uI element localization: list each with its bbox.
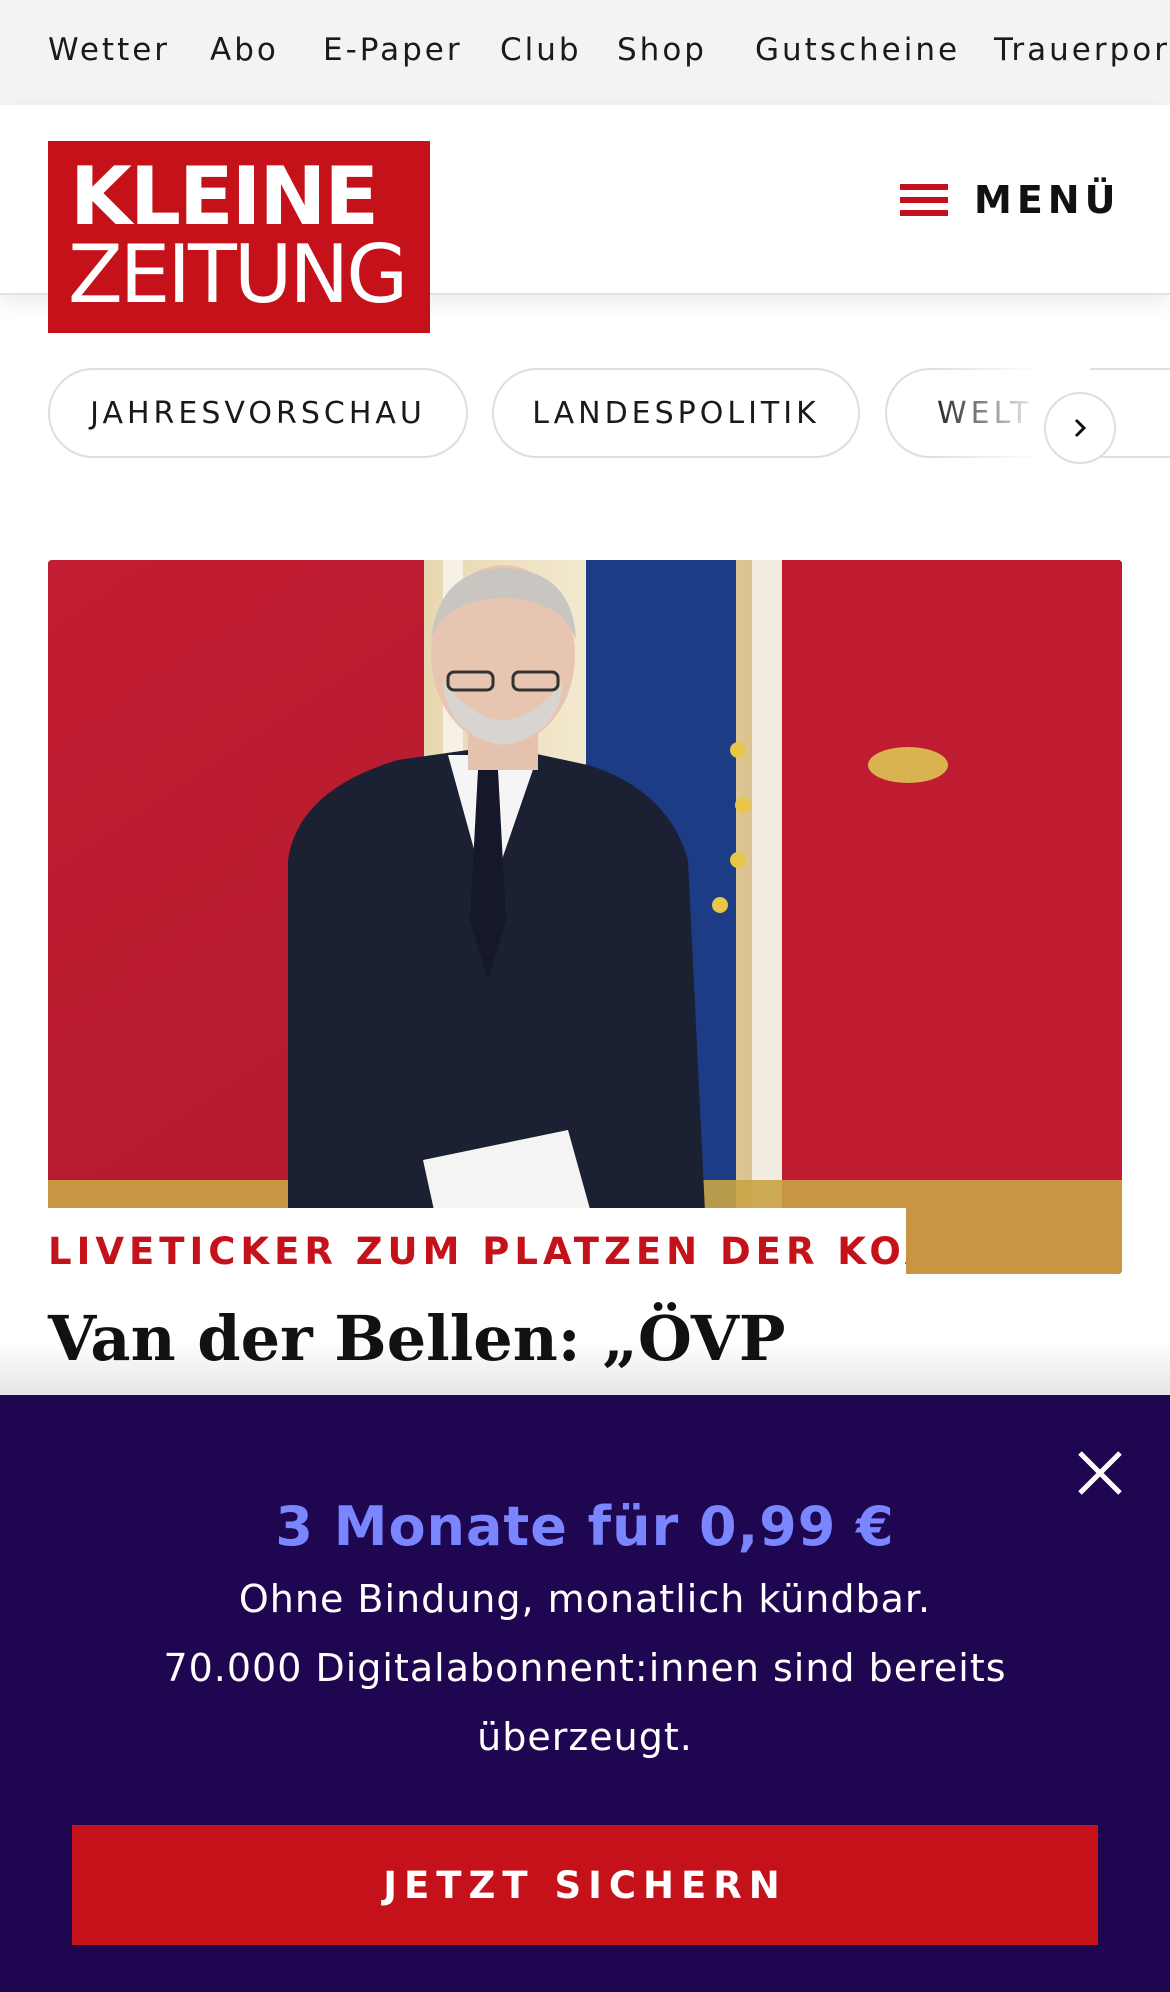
- logo-text-kleine: KLEINE: [70, 150, 379, 243]
- topnav-link-abo[interactable]: Abo: [210, 32, 279, 68]
- topic-chips-bar: JAHRESVORSCHAU LANDESPOLITIK WELT: [0, 368, 1170, 458]
- subscription-overlay: 3 Monate für 0,99 € Ohne Bindung, monatl…: [0, 1395, 1170, 1992]
- site-header: KLEINE ZEITUNG MENÜ: [0, 105, 1170, 333]
- chips-next-button[interactable]: [1044, 392, 1116, 464]
- close-icon: [1078, 1451, 1122, 1495]
- topnav-link-shop[interactable]: Shop: [617, 32, 707, 68]
- hamburger-icon: [900, 182, 948, 218]
- topnav-link-club[interactable]: Club: [500, 32, 582, 68]
- overlay-shadow: [0, 1340, 1170, 1395]
- chip-jahresvorschau[interactable]: JAHRESVORSCHAU: [48, 368, 468, 458]
- offer-social-proof-line2: überzeugt.: [477, 1715, 693, 1759]
- chip-landespolitik[interactable]: LANDESPOLITIK: [492, 368, 860, 458]
- offer-title: 3 Monate für 0,99 €: [275, 1495, 895, 1558]
- menu-button[interactable]: MENÜ: [900, 175, 1120, 225]
- cta-subscribe-button[interactable]: JETZT SICHERN: [72, 1825, 1098, 1945]
- kicker-box: LIVETICKER ZUM PLATZEN DER KOA…: [48, 1208, 906, 1288]
- offer-social-proof-line1: 70.000 Digitalabonnent:innen sind bereit…: [163, 1646, 1007, 1690]
- top-utility-nav: Wetter Abo E-Paper Club Shop Gutscheine …: [0, 0, 1170, 105]
- article-hero-image[interactable]: [48, 560, 1122, 1274]
- logo-text-zeitung: ZEITUNG: [68, 228, 408, 321]
- topnav-link-trauerportal[interactable]: Trauerportal: [994, 32, 1170, 68]
- topnav-link-gutscheine[interactable]: Gutscheine: [755, 32, 960, 68]
- menu-label: MENÜ: [974, 178, 1121, 222]
- chevron-right-icon: [1074, 418, 1087, 438]
- site-logo[interactable]: KLEINE ZEITUNG: [48, 141, 430, 333]
- topnav-link-wetter[interactable]: Wetter: [48, 32, 170, 68]
- article-kicker[interactable]: LIVETICKER ZUM PLATZEN DER KOA…: [48, 1230, 906, 1273]
- offer-subline: Ohne Bindung, monatlich kündbar.: [238, 1577, 932, 1621]
- topnav-link-epaper[interactable]: E-Paper: [323, 32, 463, 68]
- close-overlay-button[interactable]: [1072, 1445, 1128, 1501]
- hero-photo: [48, 560, 1122, 1274]
